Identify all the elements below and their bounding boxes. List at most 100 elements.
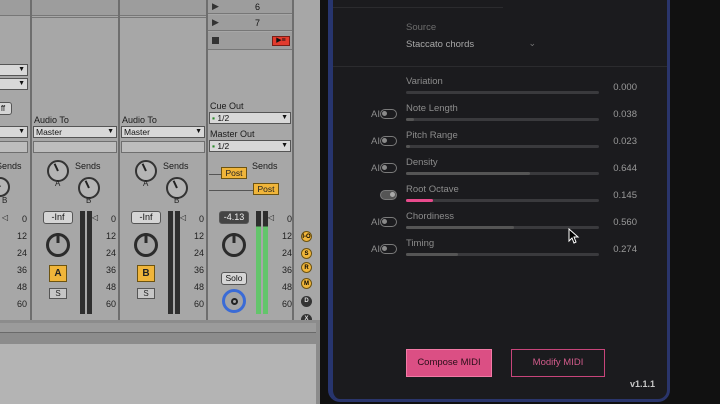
mouse-cursor-icon — [568, 228, 580, 244]
scene-launch-icon[interactable]: ▶ — [212, 1, 219, 12]
param-row-note-length: AI Note Length 0.038 — [333, 103, 667, 130]
param-slider[interactable] — [406, 172, 599, 175]
param-row-density: AI Density 0.644 — [333, 157, 667, 184]
param-label: Note Length — [406, 103, 458, 114]
track-1-output-sub[interactable] — [0, 141, 28, 153]
param-slider-fill — [406, 199, 434, 202]
delay-toggle-button[interactable]: D — [301, 296, 312, 307]
param-slider[interactable] — [406, 253, 599, 256]
master-meter-l — [256, 211, 261, 314]
sends-toggle-button[interactable]: S — [301, 248, 312, 259]
chevron-down-icon: ⌄ — [528, 38, 536, 48]
param-slider[interactable] — [406, 91, 599, 94]
track-3-meter-scale: ◁ 0 12 24 36 48 60 — [180, 213, 204, 309]
param-label: Root Octave — [406, 184, 459, 195]
track-2-volume[interactable]: -Inf — [43, 211, 73, 224]
track-3-meter-l — [168, 211, 173, 314]
ai-toggle[interactable] — [380, 163, 397, 173]
param-label: Density — [406, 157, 438, 168]
track-1-input-dropdown[interactable]: ▼ — [0, 64, 28, 76]
stop-all-icon[interactable] — [212, 37, 219, 44]
param-slider[interactable] — [406, 118, 599, 121]
io-toggle-button[interactable]: I-O — [301, 231, 312, 242]
master-pan-knob[interactable] — [222, 233, 246, 257]
ai-toggle[interactable] — [380, 109, 397, 119]
track-1-input-channel[interactable]: ▼ — [0, 78, 28, 90]
track-3-pan-knob[interactable] — [134, 233, 158, 257]
post-a-button[interactable]: Post — [221, 167, 247, 179]
track-3-activator-button[interactable]: B — [137, 265, 155, 282]
ai-label: AI — [371, 163, 380, 174]
track-3-volume[interactable]: -Inf — [131, 211, 161, 224]
modify-midi-button[interactable]: Modify MIDI — [511, 349, 605, 377]
ai-label: AI — [371, 136, 380, 147]
ableton-mixer: ▶ 6 ▶ 7 ▶≡ ▼ ▼ ff ▼ Sends B 0 12 24 36 4… — [0, 0, 320, 404]
param-label: Pitch Range — [406, 130, 458, 141]
track-2-meter-l — [80, 211, 85, 314]
master-out-dropdown[interactable]: ▪ 1/2 ▼ — [209, 140, 291, 152]
ai-toggle[interactable] — [380, 136, 397, 146]
param-slider-fill — [406, 172, 530, 175]
master-solo-button[interactable]: Solo — [221, 272, 247, 285]
track-1-monitor-off[interactable]: ff — [0, 102, 12, 115]
master-sends-label: Sends — [252, 161, 278, 171]
param-row-variation: Variation 0.000 — [333, 76, 667, 103]
returns-toggle-button[interactable]: R — [301, 262, 312, 273]
param-value: 0.000 — [613, 82, 637, 93]
track-2-activator-button[interactable]: A — [49, 265, 67, 282]
param-slider[interactable] — [406, 145, 599, 148]
param-slider-fill — [406, 226, 515, 229]
param-value: 0.023 — [613, 136, 637, 147]
track-3-send-b-label: B — [174, 196, 180, 205]
param-slider-fill — [406, 118, 414, 121]
track-3-output-sub[interactable] — [121, 141, 205, 153]
midi-generator-plugin: Source Staccato chords ⌄ Variation 0.000 A… — [328, 0, 670, 402]
track-2-output-sub[interactable] — [33, 141, 117, 153]
master-meter-scale: ◁ 0 12 24 36 48 60 — [268, 213, 292, 309]
ai-toggle[interactable] — [380, 217, 397, 227]
track-2-output-dropdown[interactable]: Master ▼ — [33, 126, 117, 138]
scene-number: 7 — [255, 18, 261, 28]
source-label: Source — [406, 22, 437, 33]
track-3-output-dropdown[interactable]: Master ▼ — [121, 126, 205, 138]
param-value: 0.644 — [613, 163, 637, 174]
mixer-toggle-button[interactable]: M — [301, 278, 312, 289]
scene-launch-icon[interactable]: ▶ — [212, 17, 219, 28]
master-volume[interactable]: -4.13 — [219, 211, 249, 224]
stop-clips-icon[interactable]: ▶≡ — [272, 36, 290, 46]
compose-midi-button[interactable]: Compose MIDI — [406, 349, 492, 377]
scene-row[interactable]: ▶ 7 — [208, 15, 292, 31]
source-select[interactable]: Staccato chords ⌄ — [406, 38, 538, 52]
track-1-sends-label: Sends — [0, 161, 22, 171]
cue-out-dropdown[interactable]: ▪ 1/2 ▼ — [209, 112, 291, 124]
param-row-pitch-range: AI Pitch Range 0.023 — [333, 130, 667, 157]
track-2-meter-scale: ◁ 0 12 24 36 48 60 — [92, 213, 116, 309]
param-row-root-octave: Root Octave 0.145 — [333, 184, 667, 211]
master-out-label: Master Out — [210, 129, 255, 139]
track-2-audio-to-label: Audio To — [34, 115, 69, 125]
ai-toggle[interactable] — [380, 244, 397, 254]
track-3-solo-button[interactable]: S — [137, 288, 155, 299]
post-b-button[interactable]: Post — [253, 183, 279, 195]
param-row-chordiness: AI Chordiness 0.560 — [333, 211, 667, 238]
track-2-pan-knob[interactable] — [46, 233, 70, 257]
track-2-sends-label: Sends — [75, 161, 101, 171]
ai-toggle[interactable] — [380, 190, 397, 200]
track-1-send-b-knob[interactable] — [0, 177, 10, 197]
version-label: v1.1.1 — [630, 379, 656, 389]
param-slider-fill — [406, 253, 459, 256]
cue-out-label: Cue Out — [210, 101, 244, 111]
param-value: 0.560 — [613, 217, 637, 228]
track-1-output-dropdown[interactable]: ▼ — [0, 126, 28, 138]
track-3-audio-to-label: Audio To — [122, 115, 157, 125]
clip-slot[interactable] — [120, 0, 206, 16]
track-1-meter-scale: 0 12 24 36 48 60 ◁ — [2, 213, 27, 309]
track-2-solo-button[interactable]: S — [49, 288, 67, 299]
clip-slot[interactable] — [0, 0, 30, 16]
param-slider[interactable] — [406, 199, 599, 202]
master-cue-knob[interactable] — [222, 289, 246, 313]
param-value: 0.038 — [613, 109, 637, 120]
param-label: Timing — [406, 238, 435, 249]
scene-row[interactable]: ▶ 6 — [208, 0, 292, 14]
clip-slot[interactable] — [32, 0, 118, 16]
